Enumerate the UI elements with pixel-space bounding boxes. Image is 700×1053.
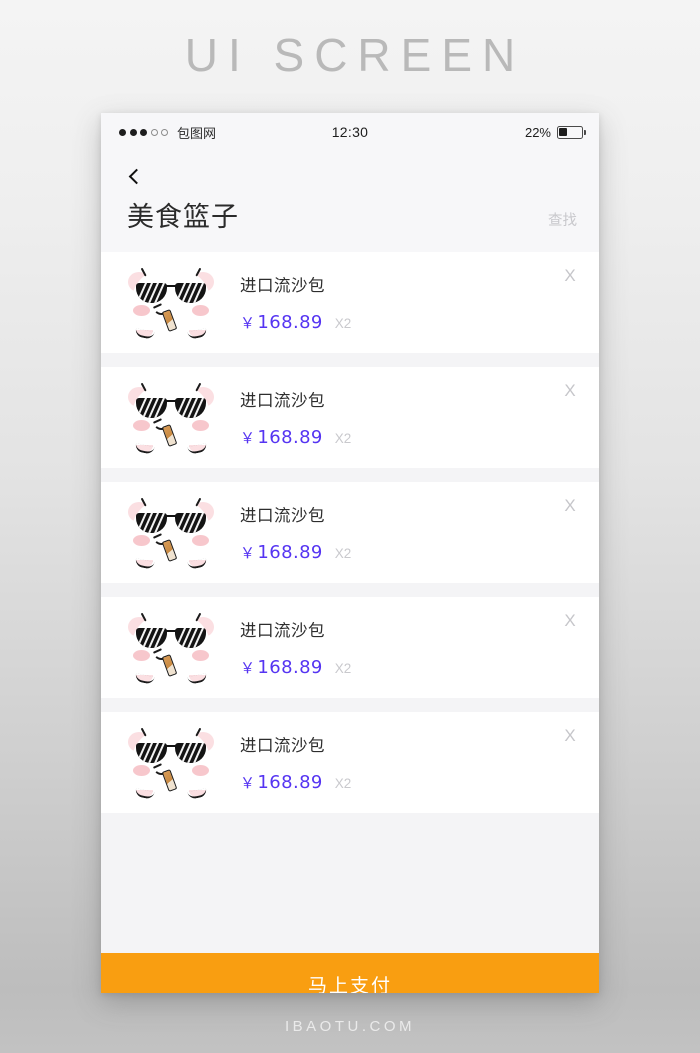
cart-item[interactable]: 进口流沙包 ￥ 168.89 X2 X (101, 597, 599, 698)
currency-symbol: ￥ (240, 429, 256, 447)
panda-face-icon (128, 496, 214, 570)
remove-item-button[interactable]: X (559, 381, 581, 401)
product-price: ￥ 168.89 (240, 657, 323, 678)
cart-item[interactable]: 进口流沙包 ￥ 168.89 X2 X (101, 367, 599, 468)
price-row: ￥ 168.89 X2 (240, 542, 559, 563)
cart-item[interactable]: 进口流沙包 ￥ 168.89 X2 X (101, 482, 599, 583)
product-quantity: X2 (334, 776, 352, 791)
price-value: 168.89 (257, 772, 323, 793)
product-price: ￥ 168.89 (240, 312, 323, 333)
price-row: ￥ 168.89 X2 (240, 657, 559, 678)
panda-face-icon (128, 611, 214, 685)
price-value: 168.89 (257, 427, 323, 448)
panda-face-icon (128, 726, 214, 800)
price-row: ￥ 168.89 X2 (240, 312, 559, 333)
price-row: ￥ 168.89 X2 (240, 772, 559, 793)
product-quantity: X2 (334, 316, 352, 331)
price-value: 168.89 (257, 312, 323, 333)
product-thumbnail (123, 721, 218, 804)
product-name: 进口流沙包 (240, 506, 325, 525)
page-title: 美食篮子 (127, 202, 239, 233)
battery-percent-label: 22% (524, 124, 551, 140)
product-info: 进口流沙包 ￥ 168.89 X2 (218, 272, 559, 333)
remove-item-button[interactable]: X (559, 496, 581, 516)
product-thumbnail (123, 261, 218, 344)
currency-symbol: ￥ (240, 544, 256, 562)
price-row: ￥ 168.89 X2 (240, 427, 559, 448)
product-price: ￥ 168.89 (240, 772, 323, 793)
cart-item[interactable]: 进口流沙包 ￥ 168.89 X2 X (101, 712, 599, 813)
price-value: 168.89 (257, 542, 323, 563)
product-price: ￥ 168.89 (240, 542, 323, 563)
panda-face-icon (128, 266, 214, 340)
status-right-group: 22% (524, 124, 587, 140)
currency-symbol: ￥ (240, 659, 256, 677)
phone-frame: 包图网 12:30 22% 美食篮子 查找 进口流沙包 ￥ 168.89 X2 … (101, 113, 599, 993)
site-footer: IBAOTU.COM (284, 1018, 415, 1035)
title-row: 美食篮子 查找 (119, 191, 581, 252)
product-info: 进口流沙包 ￥ 168.89 X2 (218, 732, 559, 793)
product-name: 进口流沙包 (240, 621, 325, 640)
cart-item[interactable]: 进口流沙包 ￥ 168.89 X2 X (101, 252, 599, 353)
page-caption: UI SCREEN (184, 29, 526, 81)
product-quantity: X2 (334, 546, 352, 561)
product-info: 进口流沙包 ￥ 168.89 X2 (218, 502, 559, 563)
search-link[interactable]: 查找 (548, 209, 577, 234)
product-price: ￥ 168.89 (240, 427, 323, 448)
product-thumbnail (123, 606, 218, 689)
panda-face-icon (128, 381, 214, 455)
remove-item-button[interactable]: X (559, 266, 581, 286)
product-quantity: X2 (334, 431, 352, 446)
back-button[interactable] (119, 161, 149, 191)
product-name: 进口流沙包 (240, 276, 325, 295)
currency-symbol: ￥ (240, 774, 256, 792)
nav-bar: 美食篮子 查找 (101, 151, 599, 252)
currency-symbol: ￥ (240, 314, 256, 332)
product-thumbnail (123, 376, 218, 459)
product-name: 进口流沙包 (240, 391, 325, 410)
product-thumbnail (123, 491, 218, 574)
product-name: 进口流沙包 (240, 736, 325, 755)
price-value: 168.89 (257, 657, 323, 678)
status-bar: 包图网 12:30 22% (101, 113, 599, 151)
remove-item-button[interactable]: X (559, 611, 581, 631)
product-info: 进口流沙包 ￥ 168.89 X2 (218, 617, 559, 678)
chevron-left-icon (128, 168, 144, 184)
product-quantity: X2 (334, 661, 352, 676)
battery-icon (557, 125, 587, 139)
pay-now-button[interactable]: 马上支付 (101, 953, 599, 993)
cart-list: 进口流沙包 ￥ 168.89 X2 X 进口流沙包 ￥ 168.89 X2 X … (101, 252, 599, 953)
remove-item-button[interactable]: X (559, 726, 581, 746)
list-empty-space (101, 827, 599, 953)
product-info: 进口流沙包 ￥ 168.89 X2 (218, 387, 559, 448)
